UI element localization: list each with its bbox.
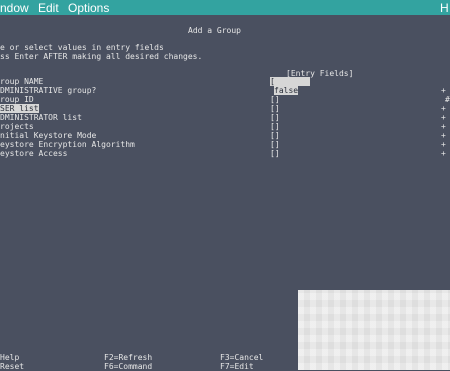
- list-marker: +: [441, 149, 446, 158]
- field-label-user-list: SER list: [0, 104, 39, 113]
- menu-edit[interactable]: Edit: [38, 1, 59, 15]
- field-label-group-name: roup NAME: [0, 77, 44, 86]
- list-marker: +: [441, 131, 446, 140]
- administrative-select[interactable]: false: [274, 86, 299, 95]
- list-marker: +: [441, 140, 446, 149]
- numeric-marker: #: [445, 95, 450, 104]
- field-label-keystore-mode: nitial Keystore Mode: [0, 131, 97, 140]
- field-label-administrative: DMINISTRATIVE group?: [0, 86, 97, 95]
- list-marker: +: [441, 113, 446, 122]
- instruction-line-1: e or select values in entry fields: [0, 43, 164, 52]
- f3-cancel-key[interactable]: F3=Cancel: [220, 353, 263, 362]
- administrator-list-input[interactable]: []: [270, 113, 280, 122]
- list-marker: +: [441, 122, 446, 131]
- f2-refresh-key[interactable]: F2=Refresh: [104, 353, 152, 362]
- f1-help-key[interactable]: Help: [0, 353, 19, 362]
- list-marker: +: [441, 86, 446, 95]
- menu-window[interactable]: ndow: [0, 1, 29, 15]
- menu-options[interactable]: Options: [68, 1, 109, 15]
- menu-bar: ndow Edit Options H: [0, 0, 450, 15]
- keystore-access-input[interactable]: []: [270, 149, 280, 158]
- menu-help[interactable]: H: [440, 1, 449, 15]
- list-marker: +: [441, 104, 446, 113]
- blurred-overlay: [298, 290, 450, 370]
- keystore-algorithm-input[interactable]: []: [270, 140, 280, 149]
- field-label-keystore-access: eystore Access: [0, 149, 68, 158]
- keystore-mode-input[interactable]: []: [270, 131, 280, 140]
- group-id-input[interactable]: []: [270, 95, 280, 104]
- projects-input[interactable]: []: [270, 122, 280, 131]
- screen-title: Add a Group: [188, 26, 241, 35]
- field-label-group-id: roup ID: [0, 95, 34, 104]
- user-list-input[interactable]: []: [270, 104, 280, 113]
- field-label-administrator-list: DMINISTRATOR list: [0, 113, 82, 122]
- instruction-line-2: ss Enter AFTER making all desired change…: [0, 52, 203, 61]
- group-name-input[interactable]: [: [270, 77, 310, 86]
- field-label-keystore-algorithm: eystore Encryption Algorithm: [0, 140, 135, 149]
- field-label-projects: rojects: [0, 122, 34, 131]
